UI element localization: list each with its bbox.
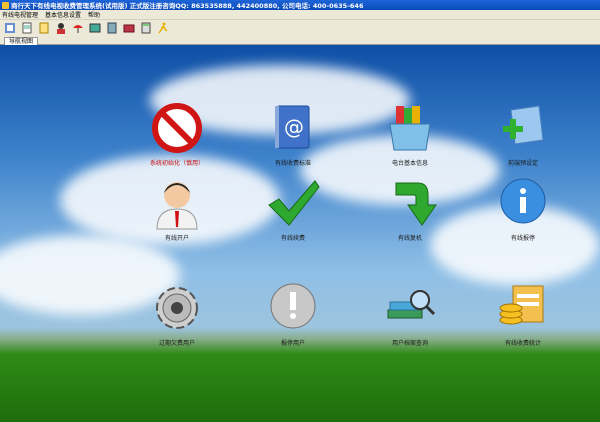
checkmark-icon [268, 180, 320, 226]
nav-label: 系统初始化（慎用） [149, 160, 204, 167]
umbrella-icon[interactable] [71, 22, 84, 35]
nav-basic-info[interactable]: 电台基本信息 [365, 100, 455, 180]
menu-bar: 有线电视管理 基本信息设置 帮助 [0, 10, 600, 20]
navigation-desktop: 系统初始化（慎用） @ 有线收费标准 电台基本信息 前端预设定 有线开户 有线续… [0, 45, 600, 422]
nav-statistics[interactable]: 有线收费统计 [478, 280, 568, 360]
gear-icon [156, 287, 198, 329]
exclamation-icon [270, 283, 316, 329]
nav-label: 有线续费 [280, 235, 305, 242]
settings-icon[interactable] [3, 22, 16, 35]
nav-charge[interactable]: 有线续费 [248, 175, 338, 255]
document-icon[interactable] [37, 22, 50, 35]
nav-prepay[interactable]: 前端预设定 [478, 100, 568, 180]
title-bar: 商行天下有线电视收费管理系统(试用版) 正式版注册咨询QQ: 863535888… [0, 0, 600, 10]
nav-report-stop[interactable]: 有线报停 [478, 175, 568, 255]
nav-reconnect[interactable]: 有线复机 [365, 175, 455, 255]
nav-system-init[interactable]: 系统初始化（慎用） [132, 100, 222, 180]
calculator-icon[interactable] [139, 22, 152, 35]
nav-label: 报停用户 [280, 340, 305, 347]
user-avatar-icon [156, 182, 198, 230]
box-files-icon [389, 106, 431, 151]
nav-label: 过期欠费用户 [158, 340, 195, 347]
prohibit-icon [152, 103, 202, 153]
svg-text:@: @ [284, 115, 304, 139]
nav-label: 有线收费标准 [274, 160, 311, 167]
book-icon[interactable] [122, 22, 135, 35]
nav-label: 前端预设定 [507, 160, 538, 167]
nav-stopped-users[interactable]: 报停用户 [248, 280, 338, 360]
green-arrow-icon [395, 182, 437, 226]
nav-label: 用户档案查询 [391, 340, 428, 347]
nav-label: 有线收费统计 [504, 340, 541, 347]
picture-icon[interactable] [88, 22, 101, 35]
at-book-icon: @ [275, 105, 310, 149]
nav-user-archive[interactable]: 用户档案查询 [365, 280, 455, 360]
coins-chart-icon [499, 285, 544, 325]
nav-expired-users[interactable]: 过期欠费用户 [132, 280, 222, 360]
tab-navigation-view[interactable]: 导航视图 [4, 37, 39, 45]
nav-open-account[interactable]: 有线开户 [132, 175, 222, 255]
menu-help[interactable]: 帮助 [88, 10, 100, 19]
menu-cable-management[interactable]: 有线电视管理 [2, 10, 38, 19]
menu-basic-settings[interactable]: 基本信息设置 [45, 10, 81, 19]
books-search-icon [387, 290, 436, 319]
app-icon [2, 1, 9, 9]
user-icon[interactable] [54, 22, 67, 35]
notebook-icon[interactable] [105, 22, 118, 35]
notepad-icon[interactable] [20, 22, 33, 35]
tab-strip: 导航视图 [0, 36, 600, 45]
nav-label: 有线报停 [510, 235, 535, 242]
nav-charge-standard[interactable]: @ 有线收费标准 [248, 100, 338, 180]
nav-label: 有线复机 [397, 235, 422, 242]
window-title: 商行天下有线电视收费管理系统(试用版) 正式版注册咨询QQ: 863535888… [11, 2, 364, 10]
info-icon [500, 178, 546, 224]
nav-label: 有线开户 [164, 235, 189, 242]
add-folder-icon [503, 105, 544, 145]
running-man-icon[interactable] [156, 22, 169, 35]
nav-label: 电台基本信息 [391, 160, 428, 167]
toolbar [0, 20, 600, 36]
